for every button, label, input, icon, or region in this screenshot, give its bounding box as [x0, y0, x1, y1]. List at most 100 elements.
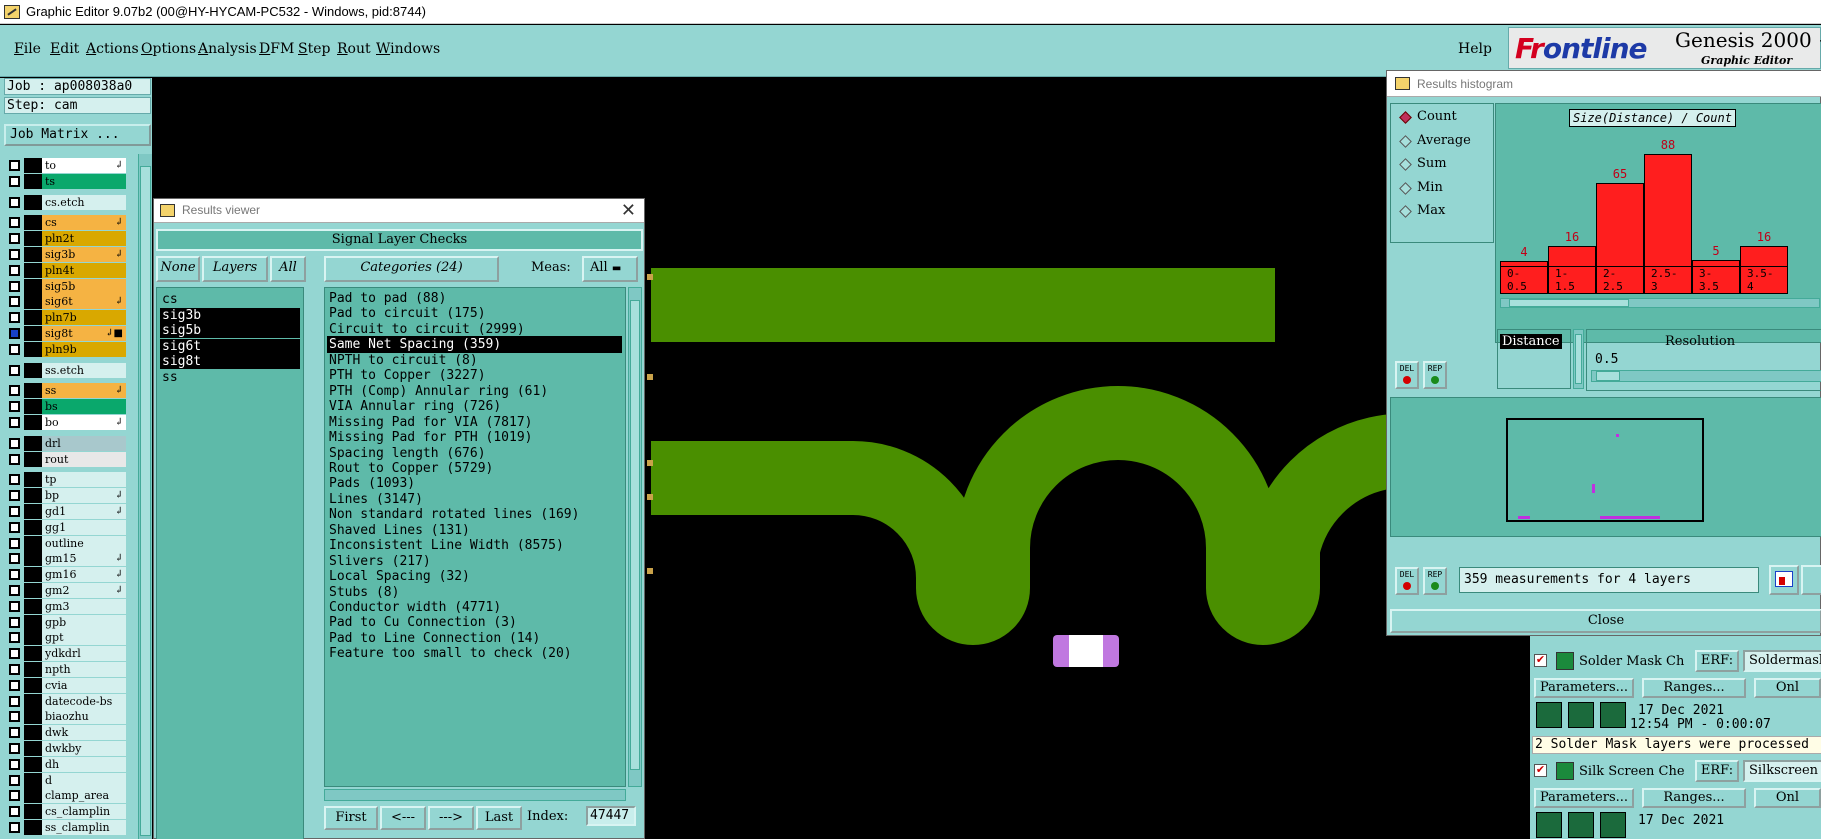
layer-name[interactable]: gg1 — [42, 519, 126, 535]
layer-checkbox[interactable] — [9, 537, 20, 549]
layer-checkbox[interactable] — [9, 806, 20, 818]
ranges-button[interactable]: Ranges... — [1642, 678, 1746, 698]
layer-checkbox[interactable] — [9, 790, 20, 802]
layer-checkbox[interactable] — [9, 490, 20, 502]
layer-row[interactable]: outline — [4, 535, 126, 551]
erf-value[interactable]: Soldermask — [1743, 650, 1821, 672]
layers-button[interactable]: Layers — [202, 256, 268, 282]
layer-row[interactable]: cs_clamplin — [4, 804, 126, 820]
close-button[interactable]: Close — [1390, 609, 1821, 633]
run-all-icon-2[interactable] — [1568, 812, 1594, 838]
result-layer-item[interactable]: sig3b — [160, 307, 300, 323]
histogram-option-min[interactable]: Min — [1399, 179, 1443, 197]
layer-row[interactable]: dh — [4, 756, 126, 772]
del-button[interactable]: DEL — [1395, 361, 1419, 389]
layer-name[interactable]: npth — [42, 662, 126, 677]
menu-options[interactable]: Options — [141, 41, 196, 57]
layer-name[interactable]: clamp_area — [42, 788, 126, 804]
histogram-bar[interactable] — [1740, 245, 1788, 266]
layer-checkbox[interactable] — [9, 569, 20, 581]
layer-name[interactable]: bs — [42, 399, 126, 415]
parameters-button-2[interactable]: Parameters... — [1534, 788, 1634, 808]
layer-row[interactable]: gd1 ↲ — [4, 504, 126, 519]
layer-row[interactable]: gpb — [4, 614, 126, 630]
layer-checkbox[interactable] — [9, 312, 20, 324]
layer-name[interactable]: tp — [42, 472, 126, 488]
layer-row[interactable]: cs ↲ — [4, 215, 126, 231]
meas-dropdown[interactable]: All ▬ — [582, 256, 638, 282]
layer-name[interactable]: biaozhu — [42, 709, 126, 725]
layer-checkbox[interactable] — [9, 774, 20, 786]
layer-name[interactable]: dwkby — [42, 741, 126, 756]
layer-checkbox[interactable] — [9, 343, 20, 355]
category-item[interactable]: Pads (1093) — [327, 475, 622, 492]
category-item[interactable]: Pad to Cu Connection (3) — [327, 614, 622, 631]
menu-step[interactable]: Step — [298, 41, 330, 57]
layer-checkbox[interactable] — [9, 280, 20, 292]
all-button[interactable]: All — [270, 256, 306, 282]
category-item[interactable]: Conductor width (4771) — [327, 599, 622, 616]
layer-checkbox[interactable] — [9, 417, 20, 428]
menu-dfm[interactable]: DFM — [259, 41, 294, 57]
layer-name[interactable]: bp ↲ — [42, 488, 126, 504]
layer-checkbox[interactable] — [9, 217, 20, 229]
prev-button[interactable]: <--- — [380, 806, 426, 830]
chart-icon[interactable] — [1769, 565, 1799, 595]
graph-scrollbar[interactable] — [1500, 298, 1820, 308]
layer-checkbox[interactable] — [9, 727, 20, 739]
layer-row[interactable]: pln7b — [4, 310, 126, 326]
job-matrix-button[interactable]: Job Matrix ... — [4, 124, 151, 146]
stop-run-icon-2[interactable] — [1600, 812, 1626, 838]
layer-row[interactable]: sig5b — [4, 278, 126, 294]
layer-row[interactable]: bp ↲ — [4, 488, 126, 504]
category-item[interactable]: Rout to Copper (5729) — [327, 460, 622, 477]
layer-checkbox[interactable] — [9, 474, 20, 486]
check-enable-checkbox[interactable]: ✔ — [1534, 654, 1547, 667]
layer-checkbox[interactable] — [9, 296, 20, 308]
layer-name[interactable]: sig3b ↲ — [42, 247, 126, 262]
layer-name[interactable]: gd1 ↲ — [42, 504, 126, 519]
category-item[interactable]: Pad to Line Connection (14) — [327, 630, 622, 647]
layer-name[interactable]: gm2 ↲ — [42, 583, 126, 598]
first-button[interactable]: First — [324, 806, 378, 830]
layer-row[interactable]: sig8t ↲■ — [4, 326, 126, 341]
layer-row[interactable]: ss.etch — [4, 362, 126, 378]
layer-row[interactable]: ss ↲ — [4, 383, 126, 399]
histogram-option-sum[interactable]: Sum — [1399, 155, 1447, 173]
layer-row[interactable]: gg1 — [4, 519, 126, 535]
layer-name[interactable]: drl — [42, 435, 126, 451]
category-item[interactable]: NPTH to circuit (8) — [327, 352, 622, 369]
layer-checkbox[interactable] — [9, 264, 20, 276]
layer-row[interactable]: pln9b — [4, 341, 126, 357]
category-item[interactable]: Stubs (8) — [327, 584, 622, 601]
layer-name[interactable]: cs ↲ — [42, 215, 126, 231]
layer-name[interactable]: gm16 ↲ — [42, 567, 126, 583]
layer-name[interactable]: d — [42, 772, 126, 788]
histogram-bar[interactable] — [1548, 245, 1596, 266]
category-item[interactable]: Shaved Lines (131) — [327, 522, 622, 539]
distance-scrollbar[interactable] — [1573, 329, 1584, 389]
layer-checkbox[interactable] — [9, 453, 20, 465]
erf-button-2[interactable]: ERF: — [1695, 760, 1739, 782]
category-item[interactable]: PTH (Comp) Annular ring (61) — [327, 383, 622, 400]
layer-checkbox[interactable] — [9, 233, 20, 245]
categories-scrollbar[interactable] — [628, 287, 642, 787]
check-enable-checkbox-2[interactable]: ✔ — [1534, 764, 1547, 777]
last-button[interactable]: Last — [476, 806, 522, 830]
layer-row[interactable]: to ↲ — [4, 158, 126, 173]
layer-checkbox[interactable] — [9, 679, 20, 691]
result-layer-item[interactable]: sig5b — [160, 323, 300, 338]
layer-checkbox[interactable] — [9, 364, 20, 376]
resolution-slider[interactable] — [1591, 370, 1821, 382]
layer-name[interactable]: dwk — [42, 725, 126, 741]
category-item[interactable]: Local Spacing (32) — [327, 568, 622, 585]
menu-edit[interactable]: Edit — [50, 41, 79, 57]
category-item[interactable]: Lines (3147) — [327, 491, 622, 508]
run-all-icon[interactable] — [1568, 702, 1594, 728]
result-layer-item[interactable]: sig8t — [160, 354, 300, 369]
layer-row[interactable]: gpt — [4, 630, 126, 646]
layer-name[interactable]: gm15 ↲ — [42, 551, 126, 567]
histogram-option-count[interactable]: Count — [1399, 108, 1457, 126]
result-layer-item[interactable]: ss — [160, 370, 300, 385]
layer-name[interactable]: sig6t ↲ — [42, 294, 126, 310]
